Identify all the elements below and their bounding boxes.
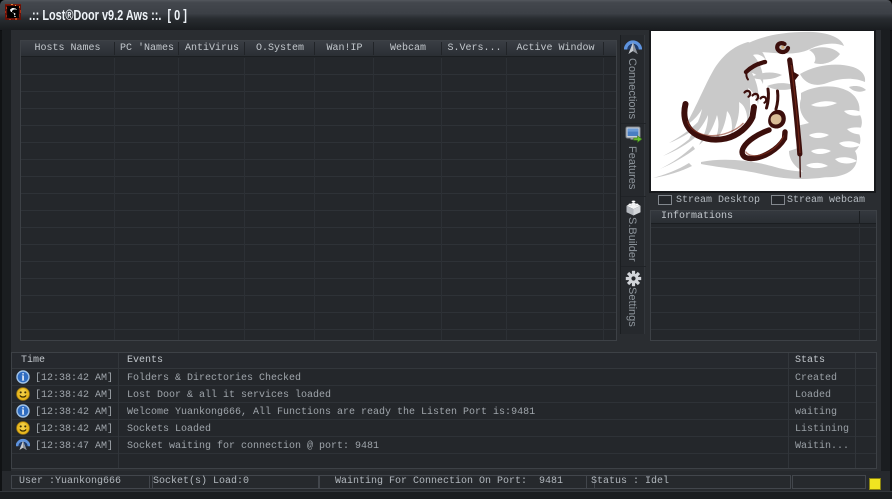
svg-text:i: i: [22, 407, 25, 418]
svg-text:i: i: [22, 373, 25, 384]
